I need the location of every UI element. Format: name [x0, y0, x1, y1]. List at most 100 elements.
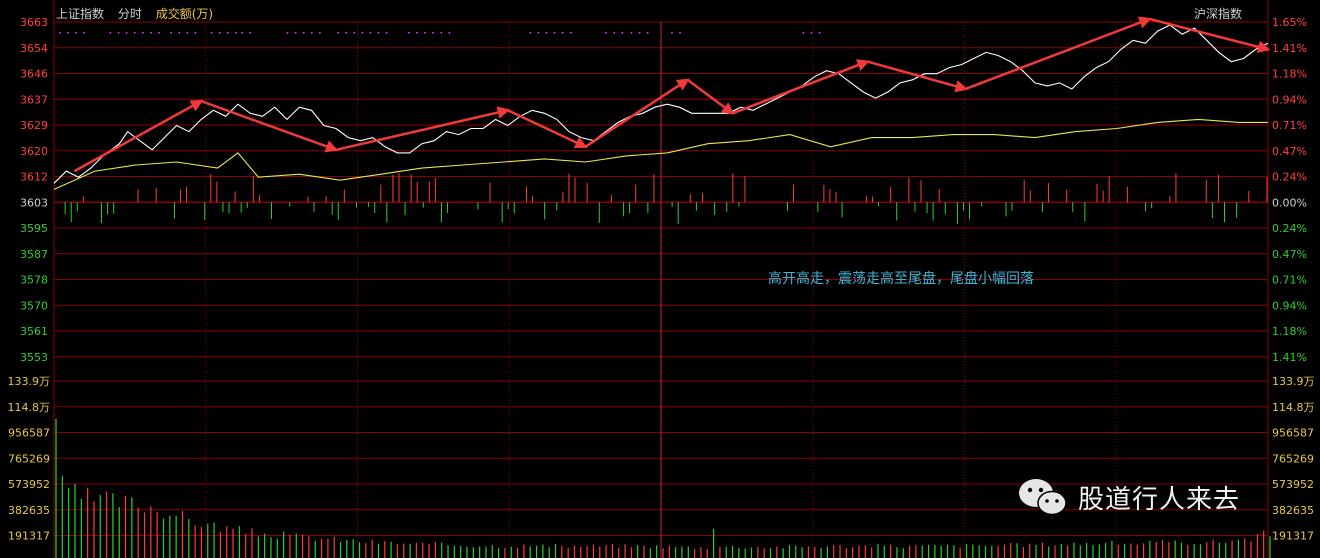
watermark: 股道行人来去	[1016, 476, 1240, 518]
percent-tick-label: 0.94%	[1272, 93, 1307, 106]
volatility-bars	[64, 173, 1268, 224]
signal-marker	[569, 32, 572, 34]
signal-marker	[142, 32, 144, 34]
signal-marker	[353, 32, 356, 34]
signal-marker	[361, 32, 364, 34]
signal-marker	[109, 32, 112, 34]
amount-tick-label-right: 956587	[1272, 427, 1314, 440]
amount-tick-label: 133.9万	[8, 375, 51, 388]
signal-marker	[294, 32, 297, 34]
chart-header: 上证指数 分时 成交额(万)	[56, 5, 213, 22]
signal-marker	[178, 32, 181, 34]
watermark-text: 股道行人来去	[1078, 484, 1241, 515]
amount-tick-label: 573952	[8, 478, 50, 491]
signal-marker	[605, 32, 607, 34]
signal-marker	[133, 32, 136, 34]
trend-arrow	[732, 59, 870, 115]
signal-marker	[553, 32, 556, 34]
signal-marker	[561, 32, 564, 34]
signal-marker	[210, 32, 213, 34]
amount-label[interactable]: 成交额(万)	[156, 7, 213, 21]
signal-marker	[818, 32, 821, 34]
signal-marker	[186, 32, 189, 34]
amount-tick-label: 191317	[8, 530, 50, 543]
signal-marker	[310, 32, 313, 34]
percent-tick-label: 1.18%	[1272, 68, 1307, 81]
chart-grid	[53, 0, 1269, 558]
signal-marker	[158, 32, 160, 34]
trend-arrow	[507, 109, 588, 149]
trend-arrow	[73, 99, 204, 173]
signal-marker	[646, 32, 649, 34]
price-tick-label: 3620	[20, 145, 48, 158]
price-tick-label: 3612	[20, 171, 48, 184]
intraday-chart: 3663 3654 3646 3637 3629 3620 3612 3603 3595 3587…	[8, 0, 1315, 558]
price-tick-label: 3663	[20, 16, 48, 29]
trend-arrow	[1149, 17, 1271, 53]
signal-marker	[416, 32, 418, 34]
compare-index-label[interactable]: 沪深指数	[1194, 5, 1242, 22]
amount-tick-label-right: 114.8万	[1272, 401, 1315, 414]
price-tick-label: 3595	[20, 222, 48, 235]
signal-marker	[630, 32, 633, 34]
price-tick-label: 3637	[20, 93, 48, 106]
signal-marker	[369, 32, 372, 34]
trend-arrow	[867, 60, 968, 93]
signal-marker	[170, 32, 172, 34]
signal-markers	[59, 32, 821, 34]
price-tick-label: 3561	[20, 325, 48, 338]
signal-marker	[150, 32, 152, 34]
signal-marker	[613, 32, 616, 34]
signal-marker	[194, 32, 197, 34]
signal-marker	[529, 32, 532, 34]
price-tick-label: 3578	[20, 274, 48, 287]
signal-marker	[448, 32, 451, 34]
signal-marker	[810, 32, 813, 34]
signal-marker	[218, 32, 221, 34]
signal-marker	[241, 32, 243, 34]
signal-marker	[638, 32, 641, 34]
signal-marker	[545, 32, 548, 34]
signal-marker	[67, 32, 69, 34]
signal-marker	[286, 32, 289, 34]
amount-tick-label: 765269	[8, 452, 50, 465]
percent-tick-label: 0.47%	[1272, 248, 1307, 261]
signal-marker	[432, 32, 434, 34]
price-tick-label: 3553	[20, 351, 48, 364]
amount-tick-label: 114.8万	[8, 401, 51, 414]
percent-tick-label: 0.94%	[1272, 299, 1307, 312]
percent-tick-label: 0.71%	[1272, 119, 1307, 132]
trend-annotation: 高开高走，震荡走高至尾盘，尾盘小幅回落	[768, 271, 1034, 287]
signal-marker	[408, 32, 410, 34]
trend-arrow	[584, 78, 690, 148]
index-name[interactable]: 上证指数	[56, 7, 104, 21]
signal-marker	[235, 32, 237, 34]
signal-marker	[621, 32, 624, 34]
signal-marker	[679, 32, 681, 34]
signal-marker	[302, 32, 305, 34]
price-tick-label: 3570	[20, 299, 48, 312]
signal-marker	[83, 32, 85, 34]
signal-marker	[59, 32, 61, 34]
price-tick-label: 3629	[20, 119, 48, 132]
percent-tick-label: 0.71%	[1272, 274, 1307, 287]
signal-marker	[345, 32, 347, 34]
amount-tick-label-right: 191317	[1272, 530, 1314, 543]
price-tick-label: 3603	[20, 196, 48, 209]
trend-arrows	[73, 16, 1271, 173]
amount-tick-label: 956587	[8, 427, 50, 440]
price-tick-label: 3587	[20, 248, 48, 261]
signal-marker	[385, 32, 388, 34]
amount-tick-label-right: 573952	[1272, 478, 1314, 491]
percent-tick-label: 0.24%	[1272, 222, 1307, 235]
price-tick-label: 3654	[20, 42, 48, 55]
percent-tick-label: 1.41%	[1272, 351, 1307, 364]
amount-tick-label-right: 382635	[1272, 504, 1314, 517]
percent-tick-label: 1.41%	[1272, 42, 1307, 55]
chart-mode[interactable]: 分时	[118, 7, 142, 21]
signal-marker	[424, 32, 426, 34]
percent-tick-label: 0.00%	[1272, 196, 1307, 209]
amount-tick-label-right: 133.9万	[1272, 375, 1315, 388]
amount-tick-label-right: 765269	[1272, 452, 1314, 465]
amount-tick-label: 382635	[8, 504, 50, 517]
